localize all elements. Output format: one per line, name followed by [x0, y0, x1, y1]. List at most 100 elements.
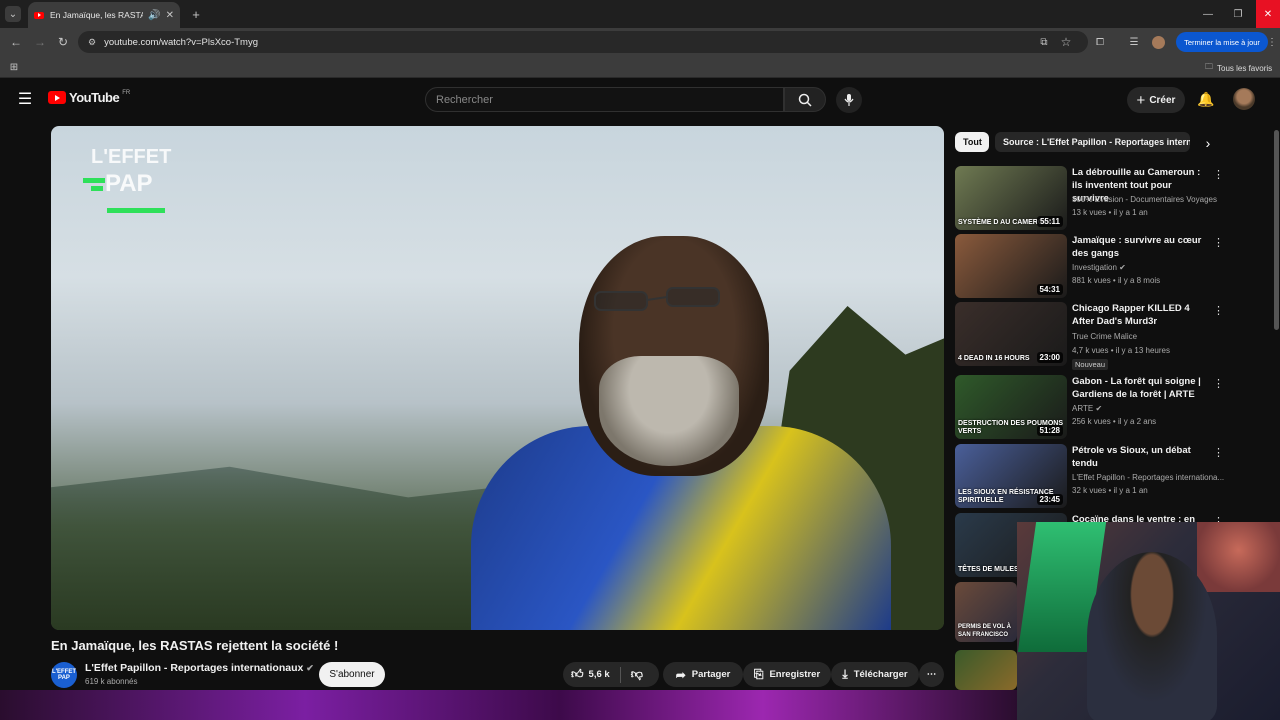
- browser-tab-active[interactable]: En Jamaïque, les RASTAS re 🔊 ✕: [28, 2, 180, 28]
- all-bookmarks-label: Tous les favoris: [1217, 63, 1273, 73]
- chip-all[interactable]: Tout: [955, 132, 989, 152]
- chip-source[interactable]: Source : L'Effet Papillon - Reportages i…: [995, 132, 1190, 152]
- partial-thumbnail-2[interactable]: [955, 650, 1017, 690]
- new-tab-icon[interactable]: +: [188, 6, 204, 22]
- site-info-icon[interactable]: ⚙: [88, 37, 96, 48]
- thumbnail-caption: TÊTES DE MULES: [958, 566, 1019, 573]
- recommendation-thumbnail[interactable]: LES SIOUX EN RÉSISTANCE SPIRITUELLE 23:45: [955, 444, 1067, 508]
- hamburger-menu-icon[interactable]: ☰: [16, 90, 34, 108]
- plus-icon: +: [1136, 91, 1146, 109]
- search-button[interactable]: [784, 87, 826, 112]
- recommendation-meta: 32 k vues • il y a 1 an: [1072, 486, 1148, 495]
- share-label: Partager: [691, 669, 731, 680]
- more-options-icon[interactable]: ⋮: [1213, 168, 1224, 181]
- notifications-bell-icon[interactable]: 🔔: [1197, 90, 1215, 108]
- back-icon[interactable]: ←: [8, 34, 24, 50]
- page-scrollbar[interactable]: [1274, 130, 1279, 330]
- reload-icon[interactable]: ↻: [55, 34, 71, 50]
- video-player[interactable]: L'EFFET PAP: [51, 126, 944, 630]
- channel-watermark-logo: L'EFFET PAP: [83, 146, 183, 218]
- audio-playing-icon[interactable]: 🔊: [148, 10, 160, 21]
- close-window-icon[interactable]: ✕: [1256, 0, 1280, 28]
- browser-menu-icon[interactable]: ⋮: [1266, 34, 1278, 50]
- save-label: Enregistrer: [769, 669, 821, 680]
- watermark-line1: L'EFFET: [91, 146, 172, 168]
- forward-icon[interactable]: →: [32, 34, 48, 50]
- recommendation-thumbnail[interactable]: 54:31: [955, 234, 1067, 298]
- bookmarks-bar: ⊞ 🗀 Tous les favoris: [0, 56, 1280, 78]
- profile-avatar[interactable]: [1152, 36, 1165, 49]
- create-button[interactable]: + Créer: [1127, 87, 1185, 113]
- video-title: En Jamaïque, les RASTAS rejettent la soc…: [51, 638, 339, 653]
- verified-icon: ✔: [1095, 404, 1103, 413]
- recommendation-item[interactable]: 54:31 Jamaïque : survivre au cœur des gan…: [955, 234, 1224, 298]
- partial-thumb-text: PERMIS DE VOL À SAN FRANCISCO: [958, 624, 1011, 638]
- recommendation-channel-text: L'Effet Papillon - Reportages internatio…: [1072, 473, 1225, 482]
- thumbnail-caption: 4 DEAD IN 16 HOURS: [958, 355, 1030, 362]
- partial-thumbnail[interactable]: PERMIS DE VOL À SAN FRANCISCO: [955, 582, 1017, 642]
- download-button[interactable]: ⤓ Télécharger: [831, 662, 919, 687]
- restore-icon[interactable]: ❐: [1230, 6, 1246, 22]
- bookmark-star-icon[interactable]: ☆: [1058, 34, 1074, 50]
- recommendation-title[interactable]: Chicago Rapper KILLED 4 After Dad's Murd…: [1072, 302, 1207, 328]
- recommendation-item[interactable]: DESTRUCTION DES POUMONS VERTS 51:28 Gabon …: [955, 375, 1224, 439]
- recommendation-channel[interactable]: Investigation ✔: [1072, 263, 1126, 272]
- like-button[interactable]: 👍︎ 5,6 k: [571, 667, 610, 682]
- video-duration: 23:00: [1036, 352, 1063, 363]
- recommendation-meta: 13 k vues • il y a 1 an: [1072, 208, 1148, 217]
- more-options-icon[interactable]: ⋮: [1213, 304, 1224, 317]
- more-options-icon[interactable]: ⋮: [1213, 236, 1224, 249]
- recommendation-item[interactable]: LES SIOUX EN RÉSISTANCE SPIRITUELLE 23:45…: [955, 444, 1224, 508]
- channel-name[interactable]: L'Effet Papillon - Reportages internatio…: [85, 662, 314, 674]
- recommendation-item[interactable]: 4 DEAD IN 16 HOURS 23:00 Chicago Rapper KI…: [955, 302, 1224, 370]
- region-code: FR: [122, 90, 131, 96]
- extensions-icon[interactable]: ⧠: [1092, 34, 1108, 50]
- recommendation-thumbnail[interactable]: DESTRUCTION DES POUMONS VERTS 51:28: [955, 375, 1067, 439]
- update-button[interactable]: Terminer la mise à jour: [1176, 32, 1268, 52]
- video-duration: 51:28: [1036, 425, 1063, 436]
- recommendation-item[interactable]: SYSTÈME D AU CAMEROUN 55:11 La débrouille …: [955, 166, 1224, 230]
- account-avatar[interactable]: [1233, 88, 1255, 110]
- chips-next-icon[interactable]: ›: [1200, 134, 1216, 152]
- install-app-icon[interactable]: ⧉: [1036, 34, 1052, 50]
- share-button[interactable]: ➦ Partager: [663, 662, 743, 687]
- recommendation-channel[interactable]: 100% Evasion - Documentaires Voyages: [1072, 195, 1217, 204]
- recommendation-thumbnail[interactable]: SYSTÈME D AU CAMEROUN 55:11: [955, 166, 1067, 230]
- dislike-button[interactable]: 👎︎: [631, 667, 643, 682]
- recommendation-channel[interactable]: ARTE ✔: [1072, 404, 1102, 413]
- watermark-line2: PAP: [105, 170, 153, 197]
- recommendation-channel[interactable]: True Crime Malice: [1072, 332, 1137, 341]
- minimize-icon[interactable]: —: [1200, 6, 1216, 22]
- youtube-logo[interactable]: YouTube FR: [48, 90, 130, 105]
- browser-toolbar: ← → ↻ ⚙ youtube.com/watch?v=PlsXco-Tmyg …: [0, 28, 1280, 56]
- recommendation-channel-text: ARTE: [1072, 404, 1094, 413]
- all-bookmarks-folder[interactable]: 🗀 Tous les favoris: [1205, 61, 1272, 75]
- more-options-icon[interactable]: ⋮: [1213, 446, 1224, 459]
- recommendation-channel-text: 100% Evasion - Documentaires Voyages: [1072, 195, 1217, 204]
- recommendation-meta: 256 k vues • il y a 2 ans: [1072, 417, 1157, 426]
- voice-search-button[interactable]: [836, 87, 862, 113]
- address-bar[interactable]: ⚙ youtube.com/watch?v=PlsXco-Tmyg: [78, 31, 1088, 53]
- recommendation-meta: 4,7 k vues • il y a 13 heures: [1072, 346, 1170, 355]
- microphone-icon: [844, 94, 854, 106]
- recommendation-title[interactable]: Pétrole vs Sioux, un débat tendu: [1072, 444, 1207, 470]
- reading-list-icon[interactable]: ☰: [1126, 34, 1142, 50]
- recommendation-thumbnail[interactable]: 4 DEAD IN 16 HOURS 23:00: [955, 302, 1067, 366]
- recommendation-title[interactable]: Jamaïque : survivre au cœur des gangs: [1072, 234, 1207, 260]
- subscribe-button[interactable]: S'abonner: [319, 662, 385, 687]
- tab-close-icon[interactable]: ✕: [166, 10, 174, 21]
- save-button[interactable]: ⎘ Enregistrer: [743, 662, 831, 687]
- more-actions-button[interactable]: ⋯: [919, 662, 944, 687]
- video-duration: 54:31: [1036, 284, 1063, 295]
- search-icon: [798, 93, 812, 107]
- channel-name-text: L'Effet Papillon - Reportages internatio…: [85, 662, 304, 674]
- recommendation-title[interactable]: Gabon - La forêt qui soigne | Gardiens d…: [1072, 375, 1207, 401]
- recommendation-channel[interactable]: L'Effet Papillon - Reportages internatio…: [1072, 473, 1224, 482]
- share-icon: ➦: [675, 667, 686, 682]
- tab-search-icon[interactable]: ⌄: [5, 6, 21, 22]
- channel-avatar[interactable]: L'EFFET PAP: [51, 662, 77, 688]
- more-options-icon[interactable]: ⋮: [1213, 377, 1224, 390]
- apps-grid-icon[interactable]: ⊞: [6, 59, 22, 75]
- search-input[interactable]: Rechercher: [425, 87, 784, 112]
- more-icon: ⋯: [926, 669, 937, 680]
